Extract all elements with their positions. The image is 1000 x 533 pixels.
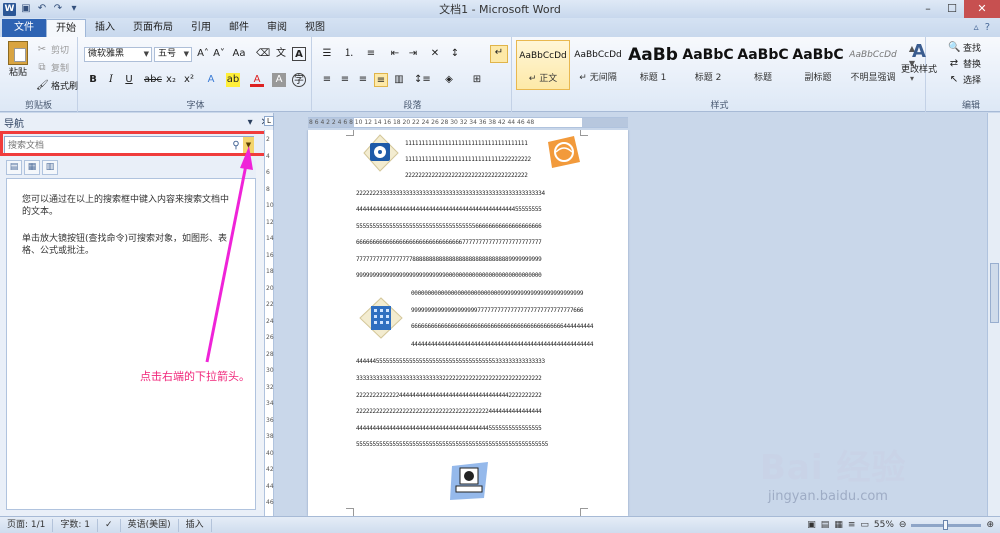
document-text-line[interactable]: 6666666666666666666666666666666666666666… xyxy=(411,323,593,330)
document-text-line[interactable]: 2222222222222222222222222222222222222222… xyxy=(356,408,542,415)
document-text-line[interactable]: 3333333333333333333333333322222222222222… xyxy=(356,375,542,382)
vertical-ruler-number: 14 xyxy=(266,235,274,242)
vertical-ruler-number: 6 xyxy=(266,169,270,176)
print-layout-view-icon[interactable]: ▣ xyxy=(807,520,816,530)
document-text-line[interactable]: 9999999999999999999999999990000000000000… xyxy=(356,272,542,279)
vertical-ruler-number: 26 xyxy=(266,334,274,341)
web-layout-view-icon[interactable]: ▦ xyxy=(834,520,843,530)
vertical-ruler-number: 12 xyxy=(266,218,274,226)
zoom-in-icon[interactable]: ⊕ xyxy=(986,520,994,530)
vertical-ruler-number: 28 xyxy=(266,350,274,358)
vertical-ruler-number: 8 xyxy=(266,185,270,193)
document-text-line[interactable]: 4444445555555555555555555555555555555555… xyxy=(356,358,545,365)
vertical-ruler-number: 32 xyxy=(266,383,274,391)
zoom-slider[interactable] xyxy=(911,519,982,530)
clipart-orange-globe-icon[interactable] xyxy=(544,132,584,172)
outline-view-icon[interactable]: ≡ xyxy=(848,520,856,530)
document-text-line[interactable]: 7777777777777777788888888888888888888888… xyxy=(356,256,542,263)
status-bar: 页面: 1/1 字数: 1 ✓ 英语(美国) 插入 ▣ ▤ ▦ ≡ ▭ 55% … xyxy=(0,516,1000,533)
baidu-watermark: Bai 经验 xyxy=(760,448,907,488)
vertical-ruler-number: 44 xyxy=(266,482,274,490)
document-text-line[interactable]: 5555555555555555555555555555555555556666… xyxy=(356,223,542,230)
vertical-ruler-number: 10 xyxy=(266,202,274,209)
clipart-building-icon[interactable] xyxy=(356,296,406,340)
scrollbar-thumb[interactable] xyxy=(990,263,999,323)
document-text-line[interactable]: 1111111111111111111111111111111111111 xyxy=(405,140,528,147)
vertical-ruler-number: 40 xyxy=(266,449,274,457)
zoom-level[interactable]: 55% xyxy=(874,520,894,530)
document-text-line[interactable]: 6666666666666666666666666666666677777777… xyxy=(356,239,542,246)
horizontal-ruler[interactable]: 8 6 4 2 2 4 6 8 10 12 14 16 18 20 22 24 … xyxy=(308,117,628,128)
document-page[interactable]: 1111111111111111111111111111111111111 111… xyxy=(308,130,628,516)
draft-view-icon[interactable]: ▭ xyxy=(860,520,869,530)
status-page[interactable]: 页面: 1/1 xyxy=(0,518,54,532)
full-screen-view-icon[interactable]: ▤ xyxy=(821,520,830,530)
status-insert-mode[interactable]: 插入 xyxy=(179,518,212,532)
vertical-ruler-number: 34 xyxy=(266,400,274,407)
status-proofing-icon[interactable]: ✓ xyxy=(98,518,121,532)
vertical-ruler-number: 38 xyxy=(266,433,274,440)
annotation-text: 点击右端的下拉箭头。 xyxy=(140,370,250,383)
document-text-line[interactable]: 4444444444444444444444444444444444444444… xyxy=(411,341,593,348)
vertical-ruler-number: 36 xyxy=(266,416,274,424)
vertical-ruler-number: 46 xyxy=(266,499,274,506)
zoom-out-icon[interactable]: ⊖ xyxy=(899,520,907,530)
vertical-ruler-number: 20 xyxy=(266,284,274,292)
vertical-ruler-number: 42 xyxy=(266,466,274,473)
vertical-ruler[interactable]: 2 4 6 8 10 12 14 16 18 20 22 24 26 28 30 32 34 36 38 40 42 44… xyxy=(264,130,274,516)
document-text-line[interactable]: 4444444444444444444444444444444444444444… xyxy=(356,206,542,213)
vertical-ruler-number: 18 xyxy=(266,268,274,275)
document-text-line[interactable]: 5555555555555555555555555555555555555555… xyxy=(356,441,548,448)
document-text-line[interactable]: 2222222222222444444444444444444444444444… xyxy=(356,392,542,399)
status-language[interactable]: 英语(美国) xyxy=(121,518,179,532)
vertical-ruler-number: 30 xyxy=(266,367,274,374)
clipart-dvd-icon[interactable] xyxy=(358,133,402,173)
document-text-line[interactable]: 0000000000000000000000000009999999999999… xyxy=(411,290,584,297)
document-text-line[interactable]: 2222222222222222222222222222222222222 xyxy=(405,172,528,179)
vertical-ruler-number: 16 xyxy=(266,251,274,259)
vertical-ruler-number: 4 xyxy=(266,152,270,160)
vertical-ruler-number: 2 xyxy=(266,136,270,143)
document-text-line[interactable]: 4444444444444444444444444444444444444444… xyxy=(356,425,542,432)
status-word-count[interactable]: 字数: 1 xyxy=(53,518,99,532)
ruler-toggle-button[interactable]: L xyxy=(264,116,274,126)
vertical-scrollbar[interactable] xyxy=(987,113,1000,516)
baidu-watermark-url: jingyan.baidu.com xyxy=(768,489,888,504)
document-text-line[interactable]: 9999999999999999999977777777777777777777… xyxy=(411,307,584,314)
vertical-ruler-number: 22 xyxy=(266,301,274,308)
clipart-computer-icon[interactable] xyxy=(448,460,492,504)
vertical-ruler-number: 24 xyxy=(266,317,274,325)
document-text-line[interactable]: 2222222333333333333333333333333333333333… xyxy=(356,190,545,197)
document-text-line[interactable]: 11111111111111111111111111111222222222 xyxy=(405,156,531,163)
